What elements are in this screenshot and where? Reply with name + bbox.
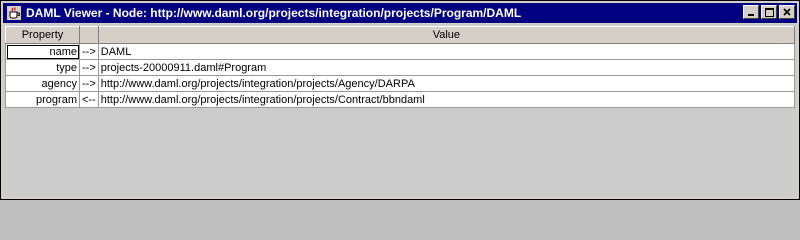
- coffee-cup-icon[interactable]: [6, 5, 22, 21]
- value-cell[interactable]: DAML: [97, 43, 796, 60]
- property-cell[interactable]: name: [5, 43, 80, 60]
- window-title: DAML Viewer - Node: http://www.daml.org/…: [26, 6, 522, 20]
- maximize-icon[interactable]: [761, 5, 777, 19]
- direction-cell[interactable]: <--: [79, 91, 99, 108]
- value-cell[interactable]: http://www.daml.org/projects/integration…: [97, 91, 796, 108]
- window-controls: [743, 5, 795, 19]
- table-row[interactable]: program <-- http://www.daml.org/projects…: [5, 91, 796, 108]
- minimize-icon[interactable]: [743, 5, 759, 19]
- column-header-direction[interactable]: [79, 26, 99, 44]
- property-cell[interactable]: type: [5, 59, 80, 76]
- title-bar[interactable]: DAML Viewer - Node: http://www.daml.org/…: [3, 3, 797, 23]
- column-header-property[interactable]: Property: [5, 26, 80, 44]
- direction-cell[interactable]: -->: [79, 43, 99, 60]
- table-row[interactable]: type --> projects-20000911.daml#Program: [5, 59, 796, 76]
- close-icon[interactable]: [779, 5, 795, 19]
- property-cell[interactable]: program: [5, 91, 80, 108]
- property-cell[interactable]: agency: [5, 75, 80, 92]
- table-header-row: Property Value: [5, 26, 796, 44]
- daml-viewer-window: DAML Viewer - Node: http://www.daml.org/…: [0, 0, 800, 200]
- table-row[interactable]: agency --> http://www.daml.org/projects/…: [5, 75, 796, 92]
- direction-cell[interactable]: -->: [79, 75, 99, 92]
- property-table[interactable]: Property Value name --> DAML type --> pr…: [5, 26, 796, 108]
- table-row[interactable]: name --> DAML: [5, 43, 796, 60]
- client-area: Property Value name --> DAML type --> pr…: [3, 24, 797, 197]
- value-cell[interactable]: http://www.daml.org/projects/integration…: [97, 75, 796, 92]
- value-cell[interactable]: projects-20000911.daml#Program: [97, 59, 796, 76]
- direction-cell[interactable]: -->: [79, 59, 99, 76]
- column-header-value[interactable]: Value: [97, 26, 796, 44]
